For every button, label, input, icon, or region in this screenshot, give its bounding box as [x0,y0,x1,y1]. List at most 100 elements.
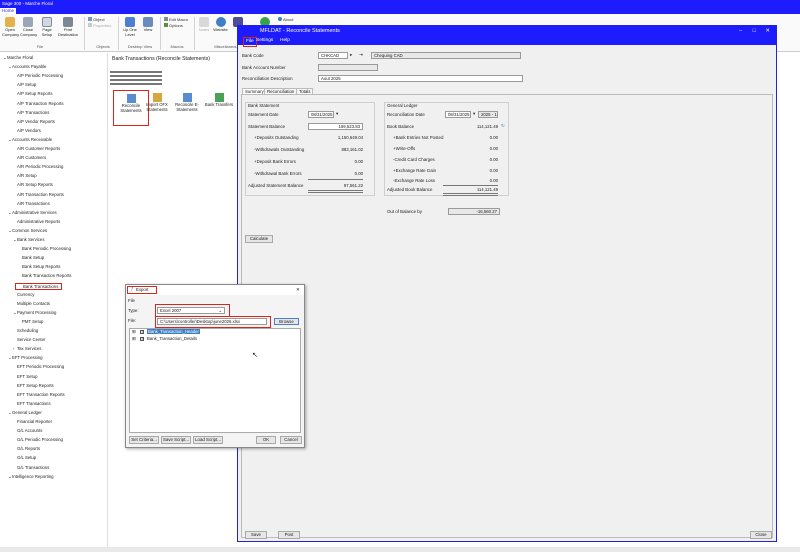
calendar-icon[interactable]: ▾ [336,111,338,117]
set-criteria-button[interactable]: Set Criteria... [129,436,159,444]
tree-item[interactable]: ⌄General Ledger [8,410,42,415]
view-button[interactable]: View [141,17,155,33]
tree-item[interactable]: Bank Setup Reports [18,264,60,269]
close-icon[interactable]: ✕ [765,26,770,37]
about-button[interactable]: About [278,17,293,22]
statement-date-field[interactable]: 08/31/2025 [308,111,334,118]
maximize-icon[interactable]: □ [753,26,756,37]
reconciliation-date-field[interactable]: 08/31/2025 [445,111,471,118]
header-checkbox[interactable] [140,329,144,334]
tree-item[interactable]: A/P Periodic Processing [13,73,63,78]
close-button[interactable]: Close [750,531,772,539]
calculate-button[interactable]: Calculate [245,235,273,243]
bank-transfers-icon-tile[interactable]: Bank Transfers [202,93,236,108]
menu-settings[interactable]: Settings [256,37,273,45]
save-button[interactable]: Save [245,531,267,539]
tree-item[interactable]: Bank Transactions [15,282,63,290]
notes-button[interactable]: Notes [197,17,211,33]
tree-item[interactable]: G/L Setup [13,455,36,460]
object-button[interactable]: Object [88,17,105,22]
tree-item[interactable]: EFT Setup [13,374,37,379]
tree-item[interactable]: Administrative Reports [13,219,60,224]
load-script-button[interactable]: Load Script... [193,436,223,444]
tree-item[interactable]: Bank Periodic Processing [18,246,71,251]
page-setup-button[interactable]: Page Setup [40,17,54,37]
bank-code-field[interactable]: CHKCAD [318,52,348,59]
export-file-menu[interactable]: File [128,298,135,303]
expand-icon[interactable]: ⊞ [132,329,136,335]
tree-item[interactable]: A/R Setup Reports [13,182,53,187]
tree-item[interactable]: G/L Periodic Processing [13,437,63,442]
tree-item[interactable]: ⌄Bank Services [13,237,44,242]
tree-item[interactable]: Multiple Contacts [13,301,50,306]
minimize-icon[interactable]: – [739,26,742,37]
tree-item[interactable]: A/P Transactions [13,110,49,115]
list-item[interactable]: ⊞ Bank_Transaction_Details [132,336,302,342]
website-button[interactable]: Website [213,17,228,33]
tree-item[interactable]: A/R Customers [13,155,46,160]
tree-item[interactable]: EFT Transactions [13,401,51,406]
edit-macro-button[interactable]: Edit Macro [164,17,188,22]
tree-item[interactable]: ⌄Common Services [8,228,47,233]
tree-item[interactable]: ⌄Accounts Receivable [8,137,52,142]
file-path-input[interactable]: C:\Users\controller\Desktop\june2026.xls… [157,318,267,325]
tree-item[interactable]: Financial Reporter [13,419,52,424]
tree-item[interactable]: › Tax Services [13,346,41,351]
tree-item[interactable]: EFT Transaction Reports [13,392,65,397]
tree-item[interactable]: PMT Setup [18,319,43,324]
tree-item[interactable]: G/L Reports [13,446,40,451]
properties-button[interactable]: Properties [88,23,111,28]
tree-item[interactable]: G/L Accounts [13,428,42,433]
tree-item[interactable]: A/R Transaction Reports [13,192,64,197]
finder-icon[interactable]: ▸ [350,52,352,58]
tree-item[interactable]: ⌄Accounts Payable [8,64,46,69]
up-one-level-button[interactable]: Up One Level [122,17,138,37]
tree-item[interactable]: A/R Periodic Processing [13,164,63,169]
tree-item[interactable]: A/P Setup Reports [13,91,53,96]
tree-item[interactable]: Service Center [13,337,45,342]
tree-item[interactable]: A/P Vendor Reports [13,119,55,124]
close-company-button[interactable]: Close Company [20,17,37,37]
options-button[interactable]: Options [164,23,183,28]
tree-item[interactable]: ⌄Marche Floral [3,55,33,60]
post-button[interactable]: Post [278,531,300,539]
refresh-icon[interactable]: ↻ [501,123,505,129]
import-ofx-icon-tile[interactable]: Import OFX Statements [142,93,172,113]
expand-icon[interactable]: ⊞ [132,336,136,342]
navigate-icon[interactable]: ⇥ [359,52,363,58]
save-script-button[interactable]: Save Script... [161,436,191,444]
menu-file[interactable]: File [243,37,257,47]
type-select[interactable]: Excel 2007 ⌄ [157,307,225,314]
tree-item[interactable]: ⌄Payment Processing [13,310,56,315]
tree-item[interactable]: Scheduling [13,328,38,333]
print-destination-button[interactable]: Print Destination [56,17,80,37]
menu-help[interactable]: Help [280,37,290,45]
close-icon[interactable]: ✕ [296,287,300,293]
tree-item[interactable]: Bank Transaction Reports [18,273,71,278]
tree-item[interactable]: A/R Setup [13,173,37,178]
tree-item[interactable]: ⌄Administrative Services [8,210,57,215]
browse-button[interactable]: Browse [274,318,299,325]
tree-item[interactable]: A/P Setup [13,82,36,87]
statement-balance-field[interactable]: 169,523.83 [308,123,363,130]
tree-item[interactable]: G/L Transactions [13,465,49,470]
tree-item[interactable]: EFT Setup Reports [13,383,54,388]
total-double-rule [443,195,498,196]
details-checkbox[interactable] [140,336,144,341]
calendar-icon[interactable]: ▾ [473,111,475,117]
tree-item[interactable]: EFT Periodic Processing [13,364,64,369]
tree-item[interactable]: Currency [13,292,34,297]
tree-item[interactable]: A/P Vendors [13,128,41,133]
reconcile-e-statements-icon-tile[interactable]: Reconcile E-Statements [172,93,202,113]
tree-item[interactable]: A/P Transaction Reports [13,101,64,106]
open-company-button[interactable]: Open Company [2,17,19,37]
tree-item[interactable]: ⌄Intelligence Reporting [8,474,54,479]
reconciliation-description-field[interactable]: Aout 2025 [318,75,523,82]
tree-item[interactable]: Bank Setup [18,255,44,260]
tree-item[interactable]: A/R Transactions [13,201,50,206]
list-item[interactable]: ⊞ Bank_Transaction_Header [132,329,302,335]
ok-button[interactable]: OK [256,436,276,444]
tree-item[interactable]: A/R Customer Reports [13,146,60,151]
cancel-button[interactable]: Cancel [280,436,302,444]
tree-item[interactable]: ⌄EFT Processing [8,355,43,360]
